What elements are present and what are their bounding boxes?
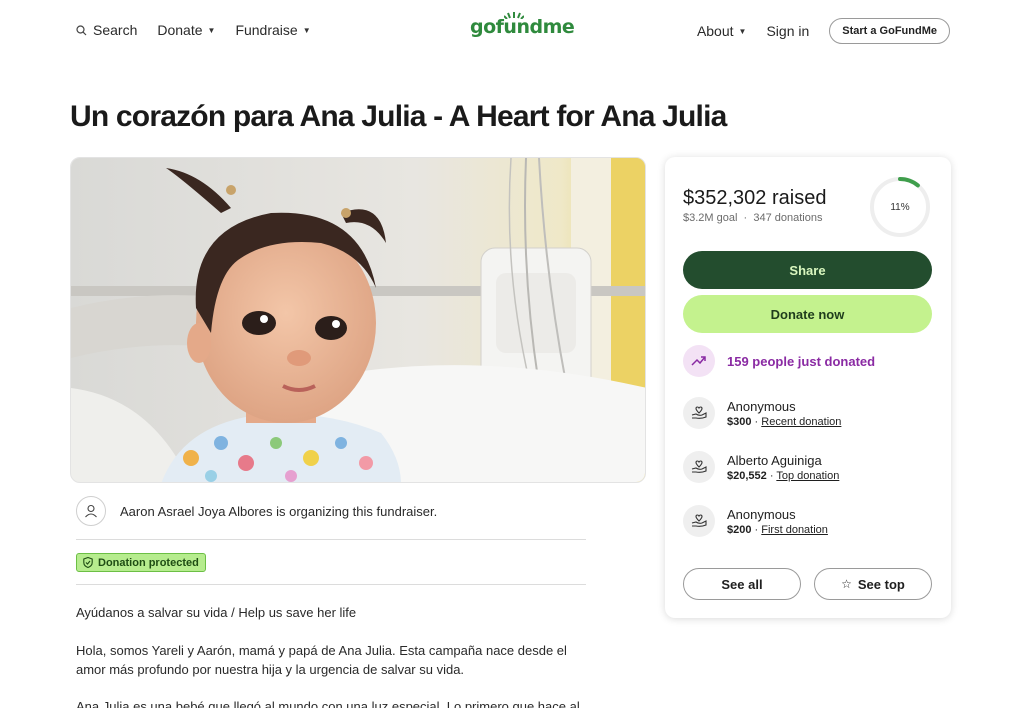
start-gofundme-label: Start a GoFundMe xyxy=(842,25,937,37)
goal-summary: $3.2M goal · 347 donations xyxy=(683,212,822,224)
donor-name: Anonymous xyxy=(727,398,796,414)
story-paragraph: Hola, somos Yareli y Aarón, mamá y papá … xyxy=(76,643,567,677)
donor-item: Anonymous $300 · Recent donation xyxy=(683,397,841,429)
search-label: Search xyxy=(93,22,138,38)
campaign-hero-image[interactable] xyxy=(70,157,646,483)
donation-protected-label: Donation protected xyxy=(98,556,199,569)
donation-card: $352,302 raised $3.2M goal · 347 donatio… xyxy=(665,157,951,618)
progress-percent: 11% xyxy=(890,201,910,213)
see-top-label: See top xyxy=(857,576,905,592)
donate-now-button[interactable]: Donate now xyxy=(683,295,932,333)
fundraise-menu-label: Fundraise xyxy=(235,22,298,38)
caret-down-icon: ▼ xyxy=(302,25,311,35)
see-top-button[interactable]: ☆ See top xyxy=(814,568,932,600)
donor-avatar xyxy=(683,505,715,537)
goal-amount: $3.2M goal xyxy=(683,212,738,224)
heart-hand-icon xyxy=(691,460,707,473)
signin-label: Sign in xyxy=(766,23,810,39)
caret-down-icon: ▼ xyxy=(207,25,216,35)
organizer-avatar xyxy=(76,496,106,526)
donate-menu[interactable]: Donate ▼ xyxy=(157,22,215,38)
share-button-label: Share xyxy=(789,262,826,278)
donate-menu-label: Donate xyxy=(157,22,203,38)
divider xyxy=(76,584,586,585)
fundraise-menu[interactable]: Fundraise ▼ xyxy=(235,22,310,38)
nav-left: Search Donate ▼ Fundraise ▼ xyxy=(76,22,331,38)
search-link[interactable]: Search xyxy=(76,22,137,38)
share-button[interactable]: Share xyxy=(683,251,932,289)
organizer-text: Aaron Asrael Joya Albores is organizing … xyxy=(120,503,438,519)
story-paragraph: Ayúdanos a salvar su vida / Help us save… xyxy=(76,605,357,620)
donor-tag-link[interactable]: Top donation xyxy=(776,470,839,482)
donor-info: Anonymous $300 · Recent donation xyxy=(727,399,841,428)
donation-count: 347 donations xyxy=(753,212,823,224)
donor-meta: $200 · First donation xyxy=(727,523,828,536)
star-icon: ☆ xyxy=(841,577,852,591)
donor-meta: $300 · Recent donation xyxy=(727,415,842,428)
about-menu[interactable]: About ▼ xyxy=(697,23,747,39)
heart-hand-icon xyxy=(691,406,707,419)
donor-tag-link[interactable]: Recent donation xyxy=(761,416,841,428)
recent-activity: 159 people just donated xyxy=(683,345,875,377)
donor-item: Anonymous $200 · First donation xyxy=(683,505,828,537)
logo-sun-icon xyxy=(504,12,524,19)
user-icon xyxy=(85,504,97,518)
site-header: Search Donate ▼ Fundraise ▼ gofundme Abo… xyxy=(0,0,1024,62)
caret-down-icon: ▼ xyxy=(738,26,747,36)
donor-avatar xyxy=(683,397,715,429)
trending-up-icon xyxy=(691,356,706,366)
signin-link[interactable]: Sign in xyxy=(766,23,809,39)
gofundme-logo[interactable]: gofundme xyxy=(470,12,575,38)
about-menu-label: About xyxy=(696,23,734,39)
donor-meta: $20,552 · Top donation xyxy=(727,469,840,482)
recent-activity-text: 159 people just donated xyxy=(727,353,876,369)
start-gofundme-button[interactable]: Start a GoFundMe xyxy=(829,18,950,44)
donate-now-label: Donate now xyxy=(770,306,845,322)
baby-photo-illustration xyxy=(71,158,645,482)
donor-tag-link[interactable]: First donation xyxy=(761,524,828,536)
amount-raised: $352,302 raised xyxy=(683,187,827,209)
story-paragraph: Ana Julia es una bebé que llegó al mundo… xyxy=(76,699,580,708)
donor-amount: $20,552 xyxy=(727,469,767,482)
donation-protected-badge[interactable]: Donation protected xyxy=(76,553,206,572)
nav-right: About ▼ Sign in Start a GoFundMe xyxy=(697,18,950,44)
donor-name: Anonymous xyxy=(727,506,796,522)
trending-circle xyxy=(683,345,715,377)
divider xyxy=(76,539,586,540)
donor-amount: $200 xyxy=(727,523,752,536)
campaign-title: Un corazón para Ana Julia - A Heart for … xyxy=(70,100,727,133)
donor-item: Alberto Aguiniga $20,552 · Top donation xyxy=(683,451,839,483)
see-all-button[interactable]: See all xyxy=(683,568,801,600)
search-icon xyxy=(76,24,87,35)
heart-hand-icon xyxy=(691,514,707,527)
logo-text: gofundme xyxy=(470,16,575,38)
donor-name: Alberto Aguiniga xyxy=(727,452,822,468)
see-all-label: See all xyxy=(721,576,763,592)
donor-amount: $300 xyxy=(727,415,752,428)
donor-avatar xyxy=(683,451,715,483)
separator-dot: · xyxy=(740,212,751,224)
donor-info: Alberto Aguiniga $20,552 · Top donation xyxy=(727,453,839,482)
shield-icon xyxy=(83,557,93,568)
donor-info: Anonymous $200 · First donation xyxy=(727,507,828,536)
organizer-row[interactable]: Aaron Asrael Joya Albores is organizing … xyxy=(76,496,437,526)
